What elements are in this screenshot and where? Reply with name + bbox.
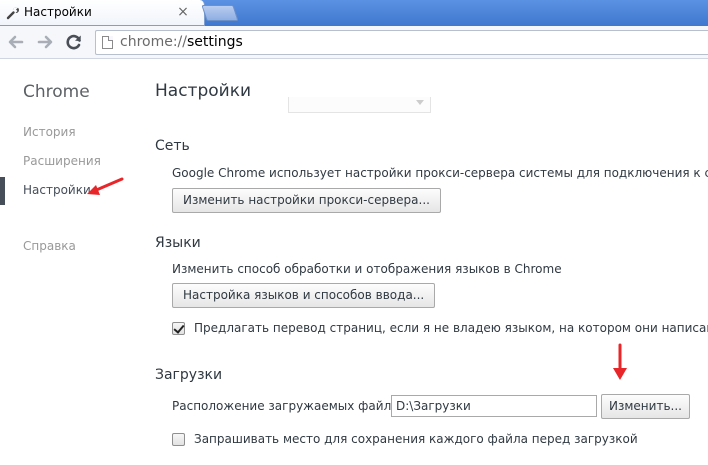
tab-strip: Настройки × <box>0 0 708 26</box>
sidebar-title: Chrome <box>23 82 90 102</box>
section-title-network: Сеть <box>155 138 190 154</box>
ask-location-checkbox[interactable] <box>172 433 185 446</box>
faded-select <box>288 97 431 113</box>
ask-location-checkbox-label[interactable]: Запрашивать место для сохранения каждого… <box>194 432 638 446</box>
url-text: chrome://settings <box>120 34 243 50</box>
forward-arrow-icon[interactable] <box>35 32 55 52</box>
reload-icon[interactable] <box>64 32 84 52</box>
languages-description: Изменить способ обработки и отображения … <box>172 262 562 276</box>
tab-settings[interactable]: Настройки × <box>0 0 205 26</box>
back-arrow-icon[interactable] <box>6 32 26 52</box>
sidebar-item-help[interactable]: Справка <box>23 239 76 253</box>
tab-title: Настройки <box>24 5 92 19</box>
annotation-arrow-change-button <box>613 343 627 380</box>
sidebar: Chrome История Расширения Настройки Спра… <box>0 60 140 465</box>
selected-item-marker <box>0 177 5 205</box>
toolbar: chrome://settings <box>0 26 708 59</box>
language-settings-button[interactable]: Настройка языков и способов ввода... <box>172 283 436 308</box>
section-title-languages: Языки <box>155 235 201 251</box>
url-host: settings <box>187 34 243 50</box>
wrench-icon <box>6 6 19 20</box>
sidebar-item-history[interactable]: История <box>23 125 76 139</box>
scrolled-header-fade <box>155 97 435 115</box>
new-tab-button[interactable] <box>201 5 239 21</box>
section-title-downloads: Загрузки <box>155 367 223 383</box>
translate-checkbox[interactable] <box>172 322 185 335</box>
change-download-location-button[interactable]: Изменить... <box>601 394 690 419</box>
proxy-settings-button[interactable]: Изменить настройки прокси-сервера... <box>172 188 441 213</box>
translate-checkbox-label[interactable]: Предлагать перевод страниц, если я не вл… <box>194 321 708 335</box>
download-location-label: Расположение загружаемых файлов: <box>172 399 410 413</box>
download-location-field[interactable] <box>391 395 597 417</box>
url-scheme: chrome:// <box>120 34 187 50</box>
page-icon <box>102 36 113 49</box>
close-tab-icon[interactable]: × <box>176 5 190 19</box>
address-bar[interactable]: chrome://settings <box>95 30 708 55</box>
sidebar-item-settings[interactable]: Настройки <box>23 183 91 197</box>
sidebar-item-extensions[interactable]: Расширения <box>23 154 101 168</box>
network-description: Google Chrome использует настройки прокс… <box>172 166 708 180</box>
